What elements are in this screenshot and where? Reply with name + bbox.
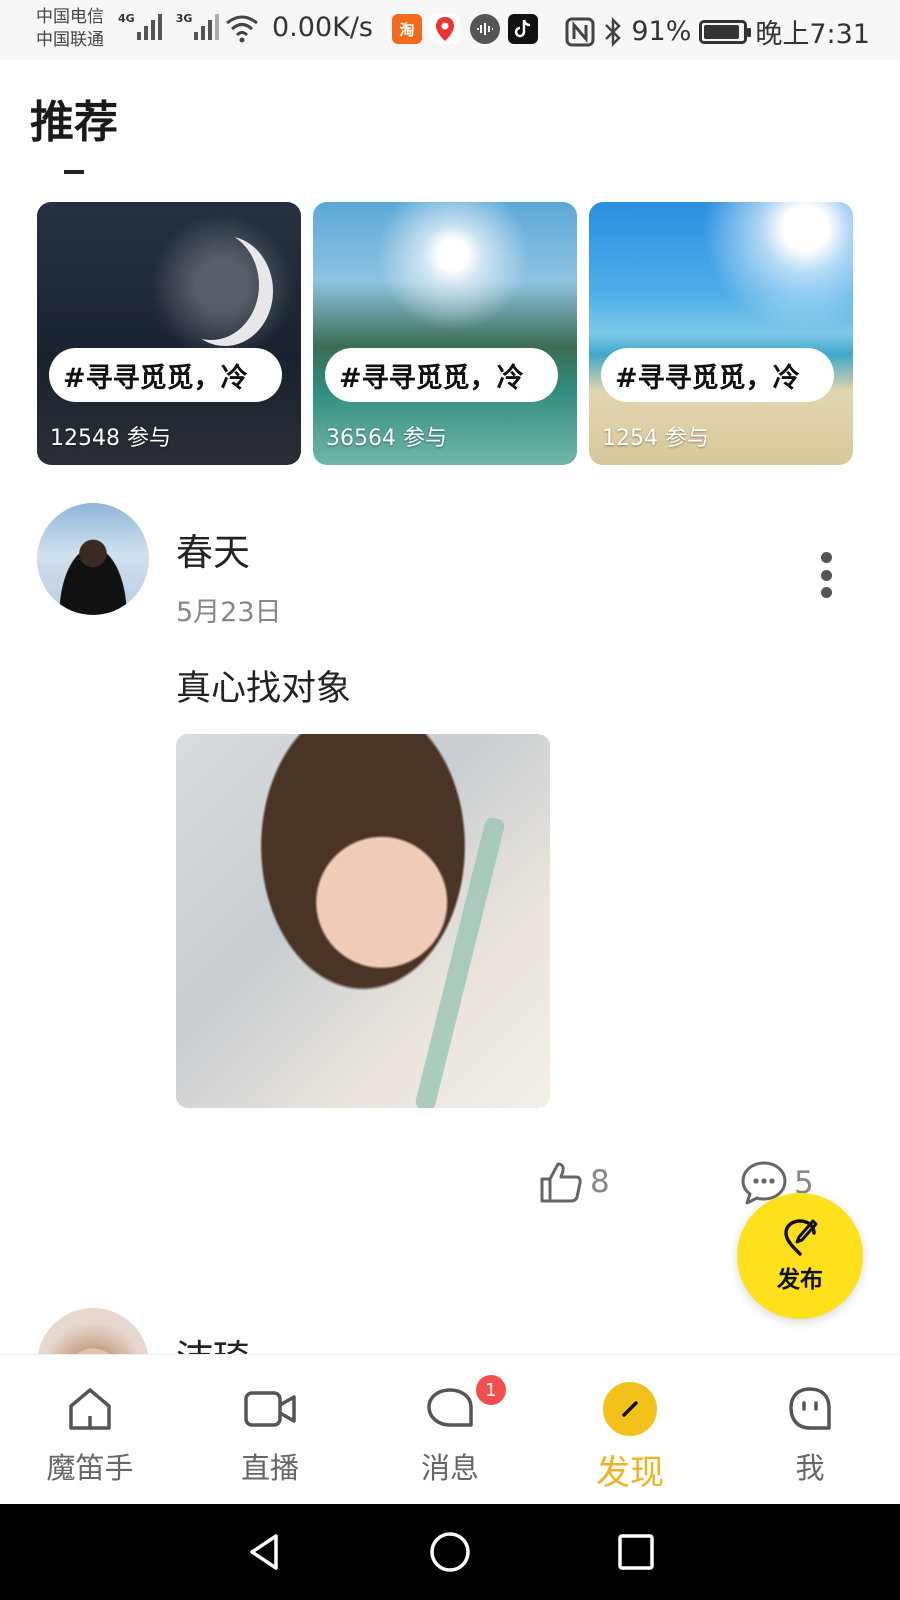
carrier-1: 中国电信 (36, 7, 104, 27)
post-photo[interactable] (176, 734, 550, 1108)
tab-discover[interactable]: 发现 (540, 1355, 720, 1504)
moon-image (163, 230, 259, 340)
tab-me[interactable]: 我 (720, 1355, 900, 1504)
network-type-2: 3G (175, 12, 193, 25)
topic-label: #寻寻觅觅，冷 (601, 348, 834, 402)
edit-pen-icon (784, 1219, 818, 1256)
taobao-label: 淘 (399, 20, 415, 39)
bluetooth-icon (605, 16, 622, 47)
section-title-recommend: 推荐 (30, 97, 118, 148)
post-text: 真心找对象 (176, 669, 352, 709)
taobao-icon: 淘 (392, 14, 422, 44)
message-icon (427, 1388, 473, 1427)
signal-group: 4G 3G (118, 12, 220, 40)
topic-carousel[interactable]: #寻寻觅觅，冷 12548 参与 #寻寻觅觅，冷 36564 参与 #寻寻觅觅，… (37, 202, 853, 465)
discover-icon (603, 1382, 657, 1436)
video-camera-icon (244, 1391, 296, 1427)
carrier-info: 中国电信 中国联通 (36, 6, 104, 52)
nfc-icon (565, 17, 595, 46)
topic-card[interactable]: #寻寻觅觅，冷 1254 参与 (589, 202, 853, 465)
tab-label: 我 (795, 1451, 825, 1485)
carrier-2: 中国联通 (36, 30, 104, 50)
music-icon (470, 14, 500, 44)
tab-label: 发现 (596, 1453, 664, 1493)
network-type-1: 4G (118, 12, 135, 25)
more-options-icon[interactable] (816, 552, 836, 598)
bottom-tab-bar: 魔笛手 直播 1 消息 发现 我 (0, 1354, 900, 1504)
back-triangle-icon (250, 1534, 278, 1570)
battery-icon (699, 19, 752, 44)
recents-square-icon (618, 1534, 654, 1570)
clock: 晚上7:31 (755, 19, 870, 50)
home-button[interactable] (357, 1504, 543, 1600)
topic-participants: 12548 参与 (50, 426, 171, 451)
topic-participants: 1254 参与 (602, 426, 709, 451)
signal-bars-1-icon (136, 12, 162, 40)
publish-label: 发布 (777, 1267, 823, 1293)
tab-label: 魔笛手 (46, 1451, 134, 1485)
tab-label: 消息 (420, 1451, 479, 1485)
topic-label: #寻寻觅觅，冷 (325, 348, 558, 402)
location-icon (430, 14, 460, 44)
post-date: 5月23日 (176, 597, 282, 628)
topic-card[interactable]: #寻寻觅觅，冷 12548 参与 (37, 202, 301, 465)
title-underline (64, 170, 84, 174)
signal-bars-2-icon (194, 12, 220, 40)
tab-messages[interactable]: 1 消息 (360, 1355, 540, 1504)
thumbs-up-icon (540, 1162, 582, 1203)
like-button[interactable]: 8 (538, 1160, 610, 1204)
tab-label: 直播 (240, 1451, 299, 1485)
topic-label: #寻寻觅觅，冷 (49, 348, 282, 402)
status-bar: 中国电信 中国联通 4G 3G 0.00K/s 淘 91% 晚上7:31 (0, 0, 900, 60)
topic-card[interactable]: #寻寻觅觅，冷 36564 参与 (313, 202, 577, 465)
tab-live[interactable]: 直播 (180, 1355, 360, 1504)
recents-button[interactable] (543, 1504, 729, 1600)
home-icon (69, 1388, 111, 1430)
battery-percent: 91% (631, 16, 692, 47)
home-circle-icon (430, 1532, 470, 1572)
like-count: 8 (590, 1164, 610, 1200)
topic-participants: 36564 参与 (326, 426, 447, 451)
profile-face-icon (789, 1387, 831, 1430)
network-speed: 0.00K/s (272, 12, 373, 43)
back-button[interactable] (171, 1504, 357, 1600)
post-author-name[interactable]: 春天 (176, 522, 250, 576)
publish-button[interactable]: 发布 (737, 1193, 863, 1319)
tiktok-icon (508, 14, 538, 44)
tab-home[interactable]: 魔笛手 (0, 1355, 180, 1504)
unread-badge: 1 (476, 1375, 506, 1405)
author-avatar[interactable] (37, 503, 149, 615)
system-navigation-bar (0, 1504, 900, 1600)
wifi-icon (226, 15, 258, 43)
status-right: 91% 晚上7:31 (565, 12, 870, 51)
